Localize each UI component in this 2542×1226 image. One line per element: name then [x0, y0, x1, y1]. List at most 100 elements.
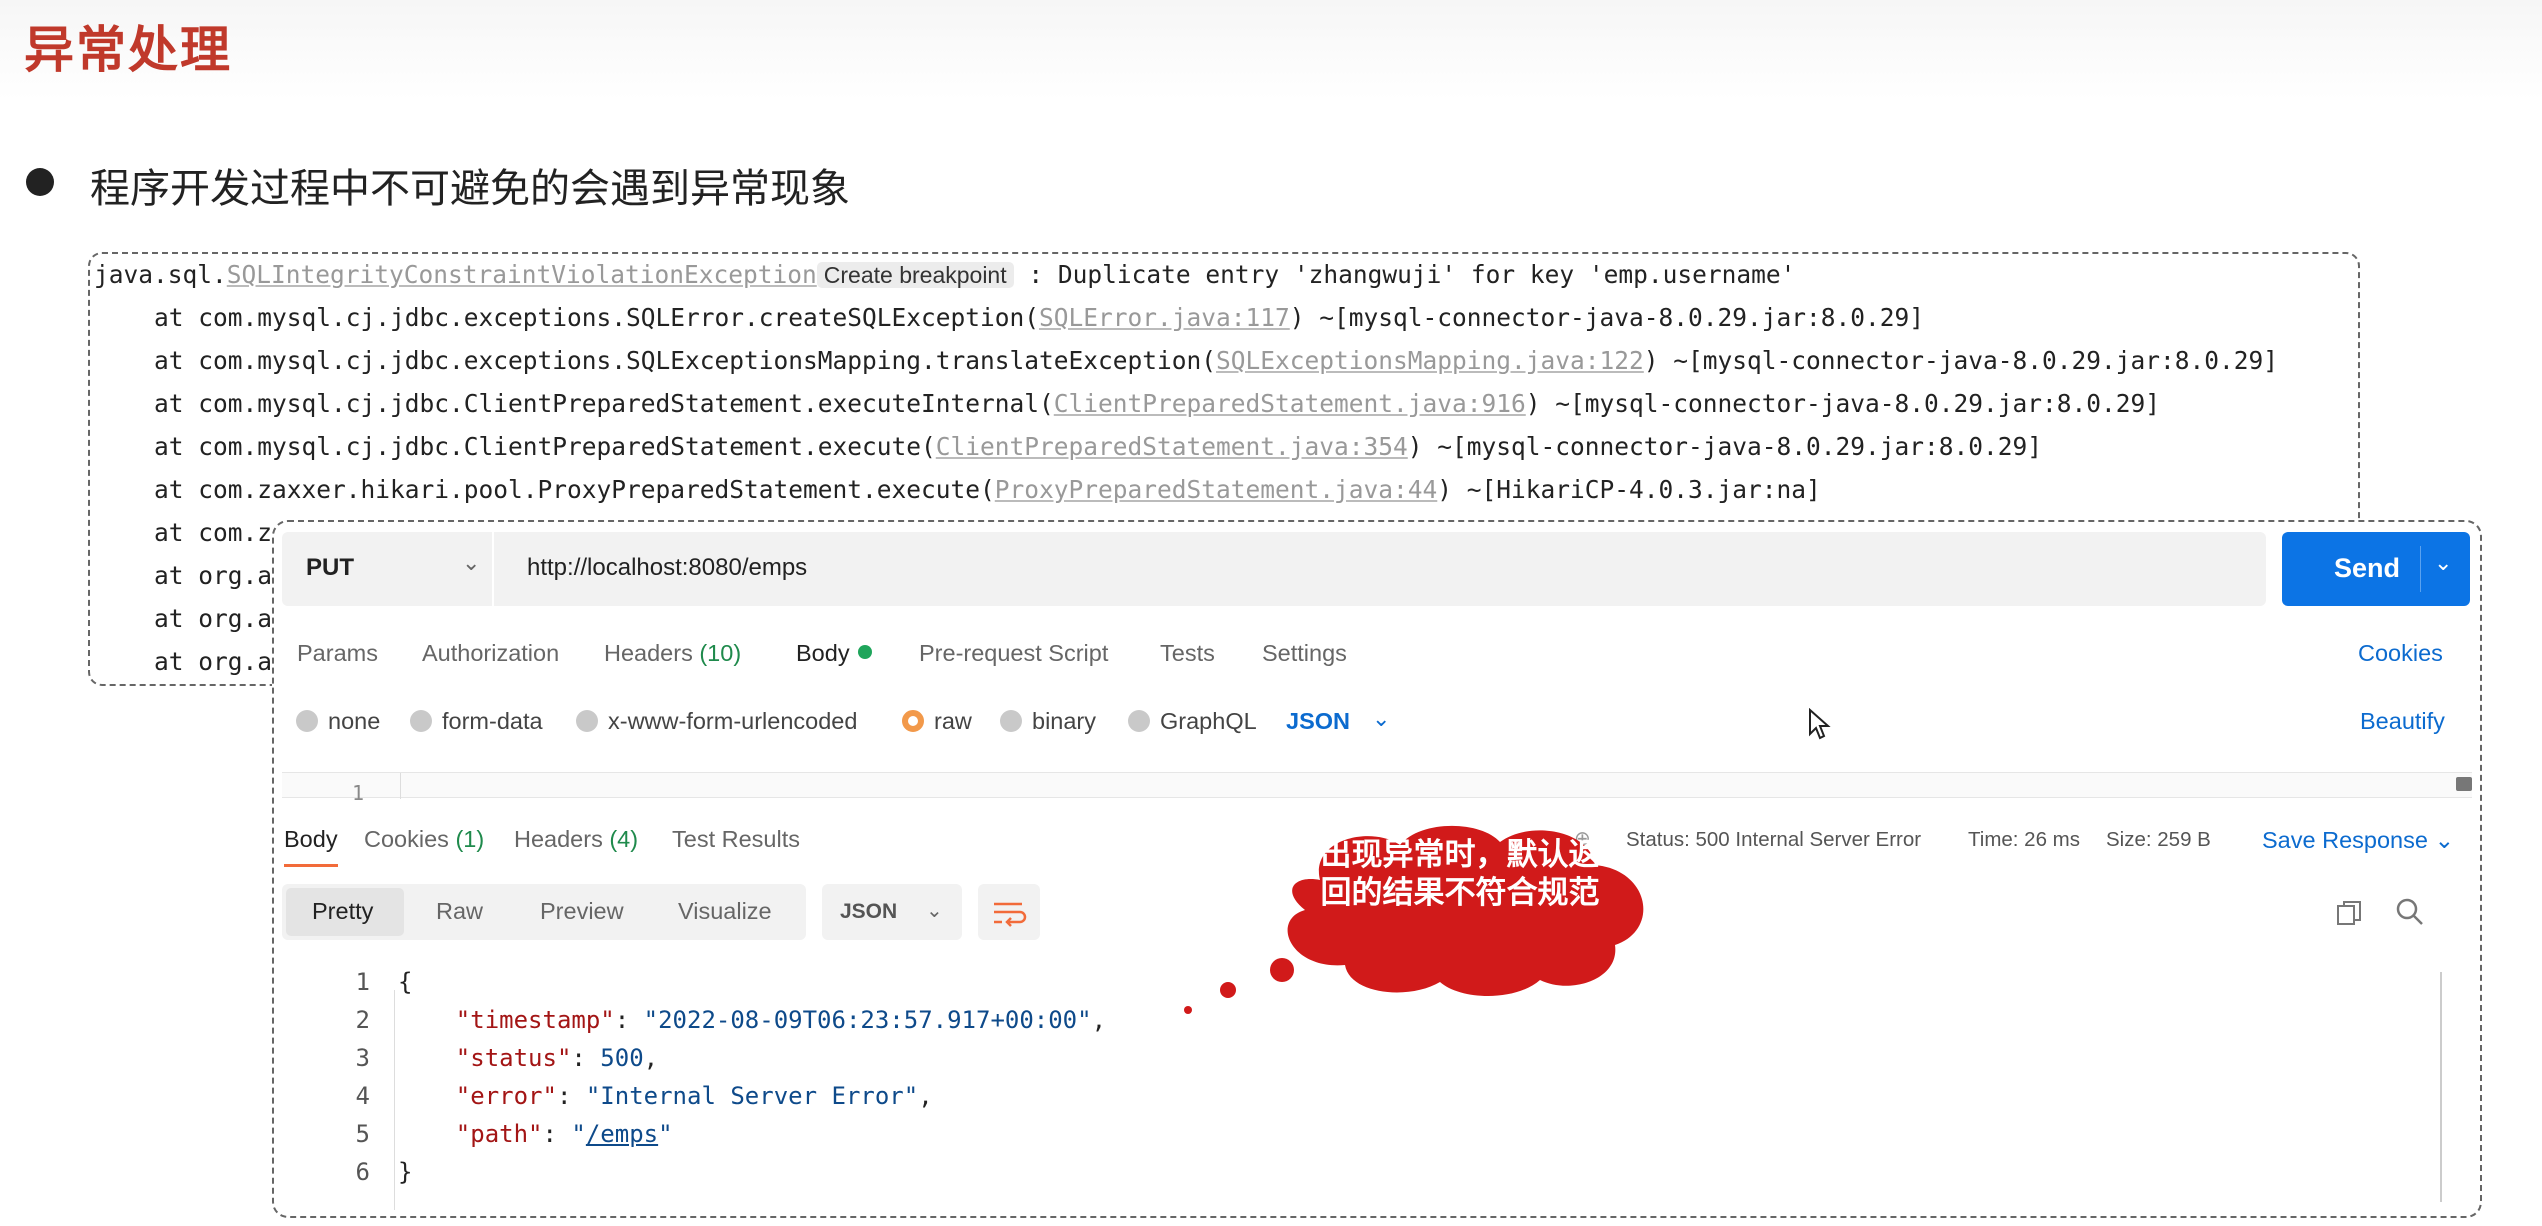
radio-binary[interactable]: binary	[1000, 708, 1096, 735]
trace-text: at com.mysql.cj.jdbc.exceptions.SQLExcep…	[154, 346, 1217, 375]
radio-urlencoded[interactable]: x-www-form-urlencoded	[576, 708, 857, 735]
json-value: 500	[600, 1044, 644, 1072]
view-preview[interactable]: Preview	[540, 898, 624, 925]
radio-raw[interactable]: raw	[902, 708, 972, 735]
status-badge[interactable]: Status: 500 Internal Server Error	[1626, 828, 1921, 852]
tab-tests[interactable]: Tests	[1160, 640, 1215, 667]
trace-text: ) ~[mysql-connector-java-8.0.29.jar:8.0.…	[1643, 346, 2279, 375]
radio-icon	[576, 710, 598, 732]
view-pretty[interactable]: Pretty	[312, 898, 373, 925]
radio-label: form-data	[442, 708, 543, 734]
trace-text: at com.zaxxer.hikari.pool.ProxyPreparedS…	[154, 475, 995, 504]
line-number: 6	[355, 1158, 370, 1186]
trace-text: ) ~[HikariCP-4.0.3.jar:na]	[1437, 475, 1821, 504]
source-link[interactable]: ProxyPreparedStatement.java:44	[995, 475, 1438, 504]
radio-none[interactable]: none	[296, 708, 380, 735]
radio-selected-icon	[902, 710, 924, 732]
json-value: "Internal Server Error"	[585, 1082, 919, 1110]
wrap-lines-button[interactable]	[978, 884, 1040, 940]
source-link[interactable]: SQLExceptionsMapping.java:122	[1216, 346, 1644, 375]
line-number: 1	[352, 781, 365, 805]
gutter	[400, 773, 401, 799]
search-icon[interactable]	[2394, 896, 2426, 928]
method-select[interactable]: PUT	[306, 554, 354, 582]
format-label: JSON	[840, 900, 898, 923]
line-number: 5	[355, 1120, 370, 1148]
tab-prerequest-script[interactable]: Pre-request Script	[919, 640, 1108, 667]
radio-icon	[410, 710, 432, 732]
beautify-link[interactable]: Beautify	[2360, 708, 2445, 735]
source-link[interactable]: SQLError.java:117	[1039, 303, 1290, 332]
url-input[interactable]: http://localhost:8080/emps	[527, 554, 807, 582]
trace-text: at com.mysql.cj.jdbc.ClientPreparedState…	[154, 432, 936, 461]
radio-label: binary	[1032, 708, 1097, 734]
trace-line-0: java.sql.SQLIntegrityConstraintViolation…	[94, 260, 1795, 289]
response-time[interactable]: Time: 26 ms	[1968, 828, 2080, 852]
request-body-editor[interactable]: 1	[282, 772, 2472, 805]
save-label: Save Response	[2262, 827, 2428, 853]
resize-handle[interactable]	[2456, 777, 2472, 791]
bubble-dot	[1270, 958, 1294, 982]
json-key: "error"	[455, 1082, 557, 1110]
save-response-button[interactable]: Save Response ⌄	[2262, 826, 2454, 854]
radio-graphql[interactable]: GraphQL	[1128, 708, 1257, 735]
chevron-down-icon[interactable]: ⌄	[462, 550, 480, 576]
send-button[interactable]: Send ⌄	[2282, 532, 2470, 606]
tab-body[interactable]: Body	[796, 640, 872, 667]
chevron-down-icon: ⌄	[2434, 827, 2455, 853]
callout-text: 出现异常时，默认返回的结果不符合规范	[1320, 837, 1600, 911]
trace-message: : Duplicate entry 'zhangwuji' for key 'e…	[1013, 260, 1796, 289]
tab-label: Headers	[514, 826, 603, 852]
resp-tab-headers[interactable]: Headers (4)	[514, 826, 638, 853]
bullet-text: 程序开发过程中不可避免的会遇到异常现象	[90, 166, 850, 212]
radio-label: x-www-form-urlencoded	[608, 708, 858, 734]
json-value: "2022-08-09T06:23:57.917+00:00"	[643, 1006, 1092, 1034]
json-key: "timestamp"	[455, 1006, 615, 1034]
radio-form-data[interactable]: form-data	[410, 708, 543, 735]
tab-authorization[interactable]: Authorization	[422, 640, 559, 667]
trace-line: at com.z	[154, 518, 273, 547]
headers-count: (10)	[699, 640, 742, 666]
tab-label: Cookies	[364, 826, 449, 852]
line-number: 4	[355, 1082, 370, 1110]
exception-link[interactable]: SQLIntegrityConstraintViolationException	[227, 260, 817, 289]
trace-text: ) ~[mysql-connector-java-8.0.29.jar:8.0.…	[1289, 303, 1925, 332]
mouse-cursor-icon	[1809, 708, 1831, 740]
body-format-select[interactable]: JSON	[1286, 708, 1350, 735]
code-line: {	[398, 968, 413, 996]
view-mode-bar: Pretty Raw Preview Visualize	[282, 884, 806, 940]
line-number: 1	[355, 968, 370, 996]
tab-settings[interactable]: Settings	[1262, 640, 1347, 667]
trace-text: at com.mysql.cj.jdbc.ClientPreparedState…	[154, 389, 1054, 418]
path-link[interactable]: /emps	[586, 1120, 658, 1148]
scrollbar[interactable]	[2440, 972, 2442, 1202]
response-format-select[interactable]: JSON ⌄	[822, 884, 962, 940]
trace-line: at com.mysql.cj.jdbc.ClientPreparedState…	[154, 432, 2042, 461]
tab-headers[interactable]: Headers (10)	[604, 640, 741, 667]
source-link[interactable]: ClientPreparedStatement.java:354	[936, 432, 1408, 461]
source-link[interactable]: ClientPreparedStatement.java:916	[1054, 389, 1526, 418]
bullet-dot	[26, 168, 54, 196]
trace-line: at org.a	[154, 604, 273, 633]
resp-tab-cookies[interactable]: Cookies (1)	[364, 826, 484, 853]
code-line: "status": 500,	[455, 1044, 659, 1072]
chevron-down-icon[interactable]: ⌄	[2434, 550, 2452, 576]
tab-params[interactable]: Params	[297, 640, 378, 667]
code-line: "error": "Internal Server Error",	[455, 1082, 933, 1110]
resp-tab-test-results[interactable]: Test Results	[672, 826, 800, 853]
tab-label: Headers	[604, 640, 693, 666]
gutter	[394, 990, 395, 1210]
response-size[interactable]: Size: 259 B	[2106, 828, 2211, 852]
trace-line: at com.mysql.cj.jdbc.ClientPreparedState…	[154, 389, 2160, 418]
resp-tab-body[interactable]: Body	[284, 826, 338, 853]
radio-icon	[296, 710, 318, 732]
view-visualize[interactable]: Visualize	[678, 898, 772, 925]
view-raw[interactable]: Raw	[436, 898, 483, 925]
radio-icon	[1000, 710, 1022, 732]
chevron-down-icon[interactable]: ⌄	[1372, 706, 1390, 732]
copy-icon[interactable]	[2334, 898, 2364, 928]
cookies-link[interactable]: Cookies	[2358, 640, 2443, 667]
create-breakpoint-button[interactable]: Create breakpoint	[816, 262, 1014, 288]
radio-label: GraphQL	[1160, 708, 1257, 734]
slide-title: 异常处理	[24, 21, 232, 79]
